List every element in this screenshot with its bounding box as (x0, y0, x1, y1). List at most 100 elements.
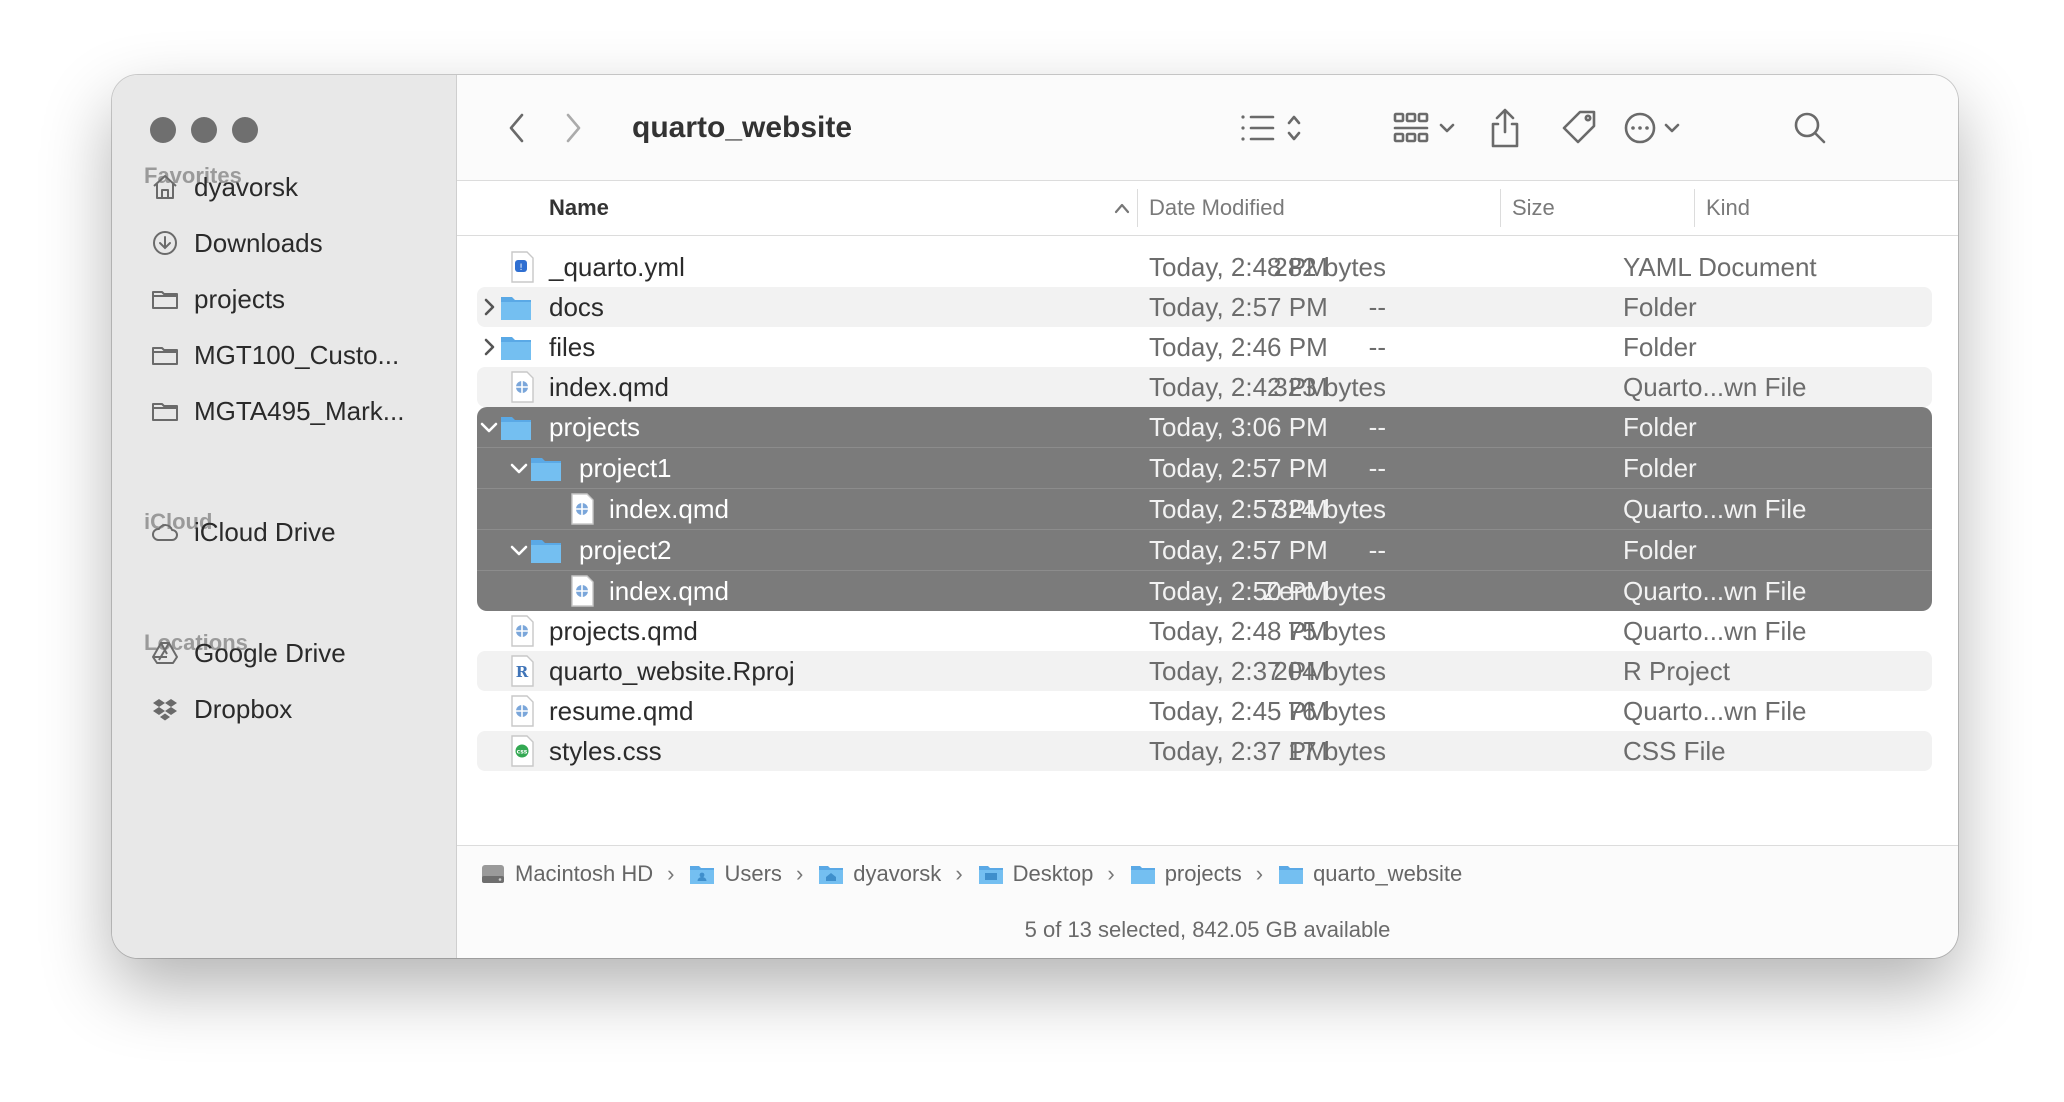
table-row[interactable]: index.qmd Today, 2:42 PM 323 bytes Quart… (477, 367, 1932, 407)
sidebar-item-label: iCloud Drive (194, 516, 336, 547)
table-row[interactable]: docs Today, 2:57 PM -- Folder (477, 287, 1932, 327)
sidebar-item-icloud-drive[interactable]: iCloud Drive (148, 512, 438, 552)
disclosure-button[interactable] (509, 448, 529, 488)
file-name: projects (549, 412, 641, 442)
search-button[interactable] (1787, 105, 1833, 151)
table-row[interactable]: files Today, 2:46 PM -- Folder (477, 327, 1932, 367)
svg-text:css: css (517, 749, 528, 756)
sidebar-item-label: MGTA495_Mark... (194, 395, 405, 426)
table-row-selected[interactable]: index.qmd Today, 2:57 PM 324 bytes Quart… (477, 489, 1932, 530)
dropbox-icon (148, 692, 182, 726)
file-name: quarto_website.Rproj (549, 656, 795, 686)
column-divider[interactable] (1500, 189, 1501, 227)
column-divider[interactable] (1694, 189, 1695, 227)
sidebar-item-label: Downloads (194, 227, 323, 258)
sidebar-item-projects[interactable]: projects (148, 279, 438, 319)
path-crumb-users[interactable]: Users (688, 861, 782, 887)
sidebar-item-label: Google Drive (194, 637, 346, 668)
file-name: index.qmd (549, 372, 669, 402)
sort-ascending-icon (1114, 203, 1130, 214)
group-button[interactable] (1391, 105, 1471, 151)
zoom-button[interactable] (232, 117, 258, 143)
chevron-right-icon (484, 338, 495, 356)
window-controls (150, 117, 258, 143)
chevron-right-icon: › (1255, 861, 1264, 886)
table-row[interactable]: css styles.css Today, 2:37 PM 17 bytes C… (477, 731, 1932, 771)
path-crumb-macintosh-hd[interactable]: Macintosh HD (479, 861, 653, 887)
folder-icon (501, 417, 531, 440)
quarto-file-icon (511, 615, 534, 647)
quarto-file-icon (571, 493, 594, 525)
table-row-selected[interactable]: index.qmd Today, 2:50 PM Zero bytes Quar… (477, 571, 1932, 611)
sidebar-item-mgta495[interactable]: MGTA495_Mark... (148, 391, 438, 431)
file-size: 76 bytes (1287, 696, 1386, 726)
folder-icon (531, 540, 561, 563)
folder-icon (148, 282, 182, 316)
file-size: -- (1368, 535, 1386, 565)
table-row[interactable]: ! _quarto.yml Today, 2:48 PM 282 bytes Y… (477, 247, 1932, 287)
file-date: Today, 2:46 PM (1149, 332, 1328, 362)
sidebar-item-mgt100[interactable]: MGT100_Custo... (148, 335, 438, 375)
folder-icon (501, 297, 531, 320)
table-row-empty (477, 771, 1932, 811)
disclosure-button[interactable] (479, 407, 499, 447)
column-header-bar: Name Date Modified Size Kind (457, 181, 1958, 236)
table-row-selected[interactable]: project1 Today, 2:57 PM -- Folder (477, 448, 1932, 489)
disclosure-button[interactable] (479, 287, 499, 327)
table-row[interactable]: R quarto_website.Rproj Today, 2:37 PM 20… (477, 651, 1932, 691)
file-name: index.qmd (609, 494, 729, 524)
cloud-icon (148, 515, 182, 549)
finder-window: Favorites dyavorsk Downloads projects MG… (112, 75, 1958, 958)
file-size: 323 bytes (1273, 372, 1386, 402)
column-header-date[interactable]: Date Modified (1149, 181, 1285, 235)
back-button[interactable] (497, 105, 537, 151)
disclosure-button[interactable] (479, 327, 499, 367)
home-icon (148, 170, 182, 204)
file-kind: Folder (1623, 332, 1697, 362)
table-row-selected[interactable]: project2 Today, 2:57 PM -- Folder (477, 530, 1932, 571)
path-crumb-dyavorsk[interactable]: dyavorsk (817, 861, 941, 887)
grid-group-icon (1393, 112, 1455, 143)
google-drive-icon (148, 636, 182, 670)
file-kind: Quarto...wn File (1623, 696, 1807, 726)
column-header-size[interactable]: Size (1512, 181, 1555, 235)
column-divider[interactable] (1137, 189, 1138, 227)
close-button[interactable] (150, 117, 176, 143)
sidebar-item-downloads[interactable]: Downloads (148, 223, 438, 263)
table-row-selected[interactable]: projects Today, 3:06 PM -- Folder (477, 407, 1932, 448)
table-row[interactable]: resume.qmd Today, 2:45 PM 76 bytes Quart… (477, 691, 1932, 731)
chevron-down-icon (510, 545, 528, 556)
sidebar-item-google-drive[interactable]: Google Drive (148, 633, 438, 673)
minimize-button[interactable] (191, 117, 217, 143)
chevron-right-icon (484, 298, 495, 316)
forward-button[interactable] (553, 105, 593, 151)
path-crumb-desktop[interactable]: Desktop (977, 861, 1093, 887)
toolbar: quarto_website (457, 75, 1958, 181)
share-button[interactable] (1482, 105, 1528, 151)
download-icon (148, 226, 182, 260)
view-list-button[interactable] (1237, 105, 1317, 151)
column-header-kind[interactable]: Kind (1706, 181, 1750, 235)
file-date: Today, 2:57 PM (1149, 292, 1328, 322)
disclosure-button[interactable] (509, 530, 529, 570)
file-name: project2 (579, 535, 672, 565)
file-kind: Folder (1623, 535, 1697, 565)
tag-icon (1562, 110, 1596, 144)
list-view-icon (1241, 115, 1301, 141)
column-header-name[interactable]: Name (549, 181, 609, 235)
sidebar-item-dyavorsk[interactable]: dyavorsk (148, 167, 438, 207)
hard-drive-icon (482, 865, 504, 883)
path-crumb-projects[interactable]: projects (1129, 861, 1242, 887)
file-size: 282 bytes (1273, 252, 1386, 282)
more-actions-button[interactable] (1620, 105, 1700, 151)
tags-button[interactable] (1557, 105, 1603, 151)
path-crumb-quarto-website[interactable]: quarto_website (1277, 861, 1462, 887)
file-size: Zero bytes (1263, 576, 1386, 606)
path-crumb-label: Users (724, 861, 782, 886)
table-row[interactable]: projects.qmd Today, 2:48 PM 75 bytes Qua… (477, 611, 1932, 651)
sidebar-item-label: projects (194, 283, 286, 314)
file-name: projects.qmd (549, 616, 698, 646)
sidebar-item-dropbox[interactable]: Dropbox (148, 689, 438, 729)
r-project-icon: R (511, 655, 534, 687)
file-name: resume.qmd (549, 696, 694, 726)
